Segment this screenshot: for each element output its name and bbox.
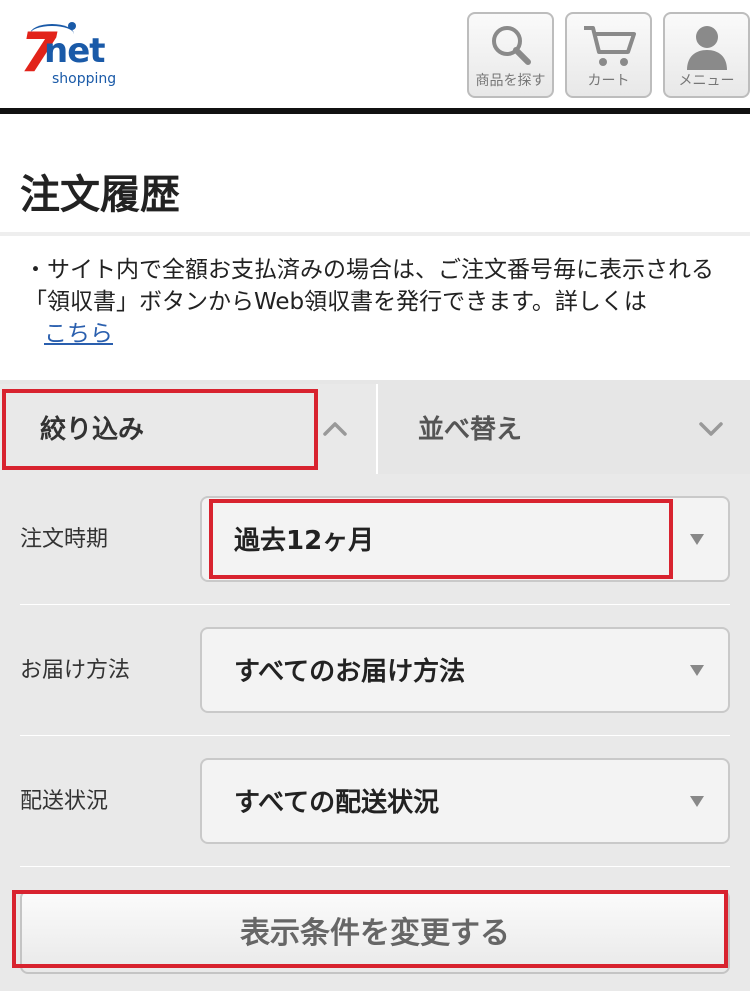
search-icon (491, 26, 531, 65)
row-divider (20, 866, 730, 867)
logo-shopping: shopping (52, 71, 117, 87)
details-link[interactable]: こちら (44, 318, 113, 350)
receipt-info: ・サイト内で全額お支払済みの場合は、ご注文番号毎に表示される「領収書」ボタンから… (24, 254, 724, 350)
7net-shopping-logo[interactable]: 7 net shopping (20, 20, 120, 90)
site-header: 7 net shopping 商品を探す カート メニュー (0, 0, 750, 108)
receipt-info-text: ・サイト内で全額お支払済みの場合は、ご注文番号毎に表示される「領収書」ボタンから… (24, 257, 714, 315)
user-icon (686, 26, 727, 70)
chevron-down-icon (699, 422, 723, 436)
delivery-method-label: お届け方法 (20, 658, 131, 683)
highlight-order-period (209, 499, 673, 579)
chevron-up-icon (323, 422, 347, 436)
cart-button[interactable]: カート (565, 12, 652, 98)
caret-down-icon (690, 665, 704, 676)
page-title: 注文履歴 (20, 172, 180, 218)
title-divider (0, 232, 750, 236)
header-divider (0, 108, 750, 114)
caret-down-icon (690, 534, 704, 545)
logo-dot (68, 22, 76, 30)
menu-label: メニュー (678, 73, 735, 89)
delivery-method-value: すべてのお届け方法 (234, 657, 466, 687)
caret-down-icon (690, 796, 704, 807)
tab-sort-label: 並べ替え (418, 415, 523, 445)
filter-row-delivery-method: お届け方法 すべてのお届け方法 (20, 605, 730, 735)
search-products-button[interactable]: 商品を探す (467, 12, 554, 98)
shipping-status-value: すべての配送状況 (234, 788, 440, 818)
tab-sort[interactable]: 並べ替え (376, 384, 750, 474)
delivery-method-select[interactable]: すべてのお届け方法 (200, 627, 730, 713)
highlight-filter-tab (2, 389, 318, 470)
filter-row-shipping-status: 配送状況 すべての配送状況 (20, 736, 730, 866)
cart-label: カート (587, 73, 630, 89)
search-products-label: 商品を探す (475, 73, 546, 89)
shipping-status-label: 配送状況 (20, 789, 109, 814)
menu-button[interactable]: メニュー (663, 12, 750, 98)
highlight-apply-button (12, 890, 728, 968)
order-period-label: 注文時期 (20, 527, 109, 552)
cart-icon (583, 26, 636, 66)
shipping-status-select[interactable]: すべての配送状況 (200, 758, 730, 844)
logo-net: net (44, 31, 106, 71)
